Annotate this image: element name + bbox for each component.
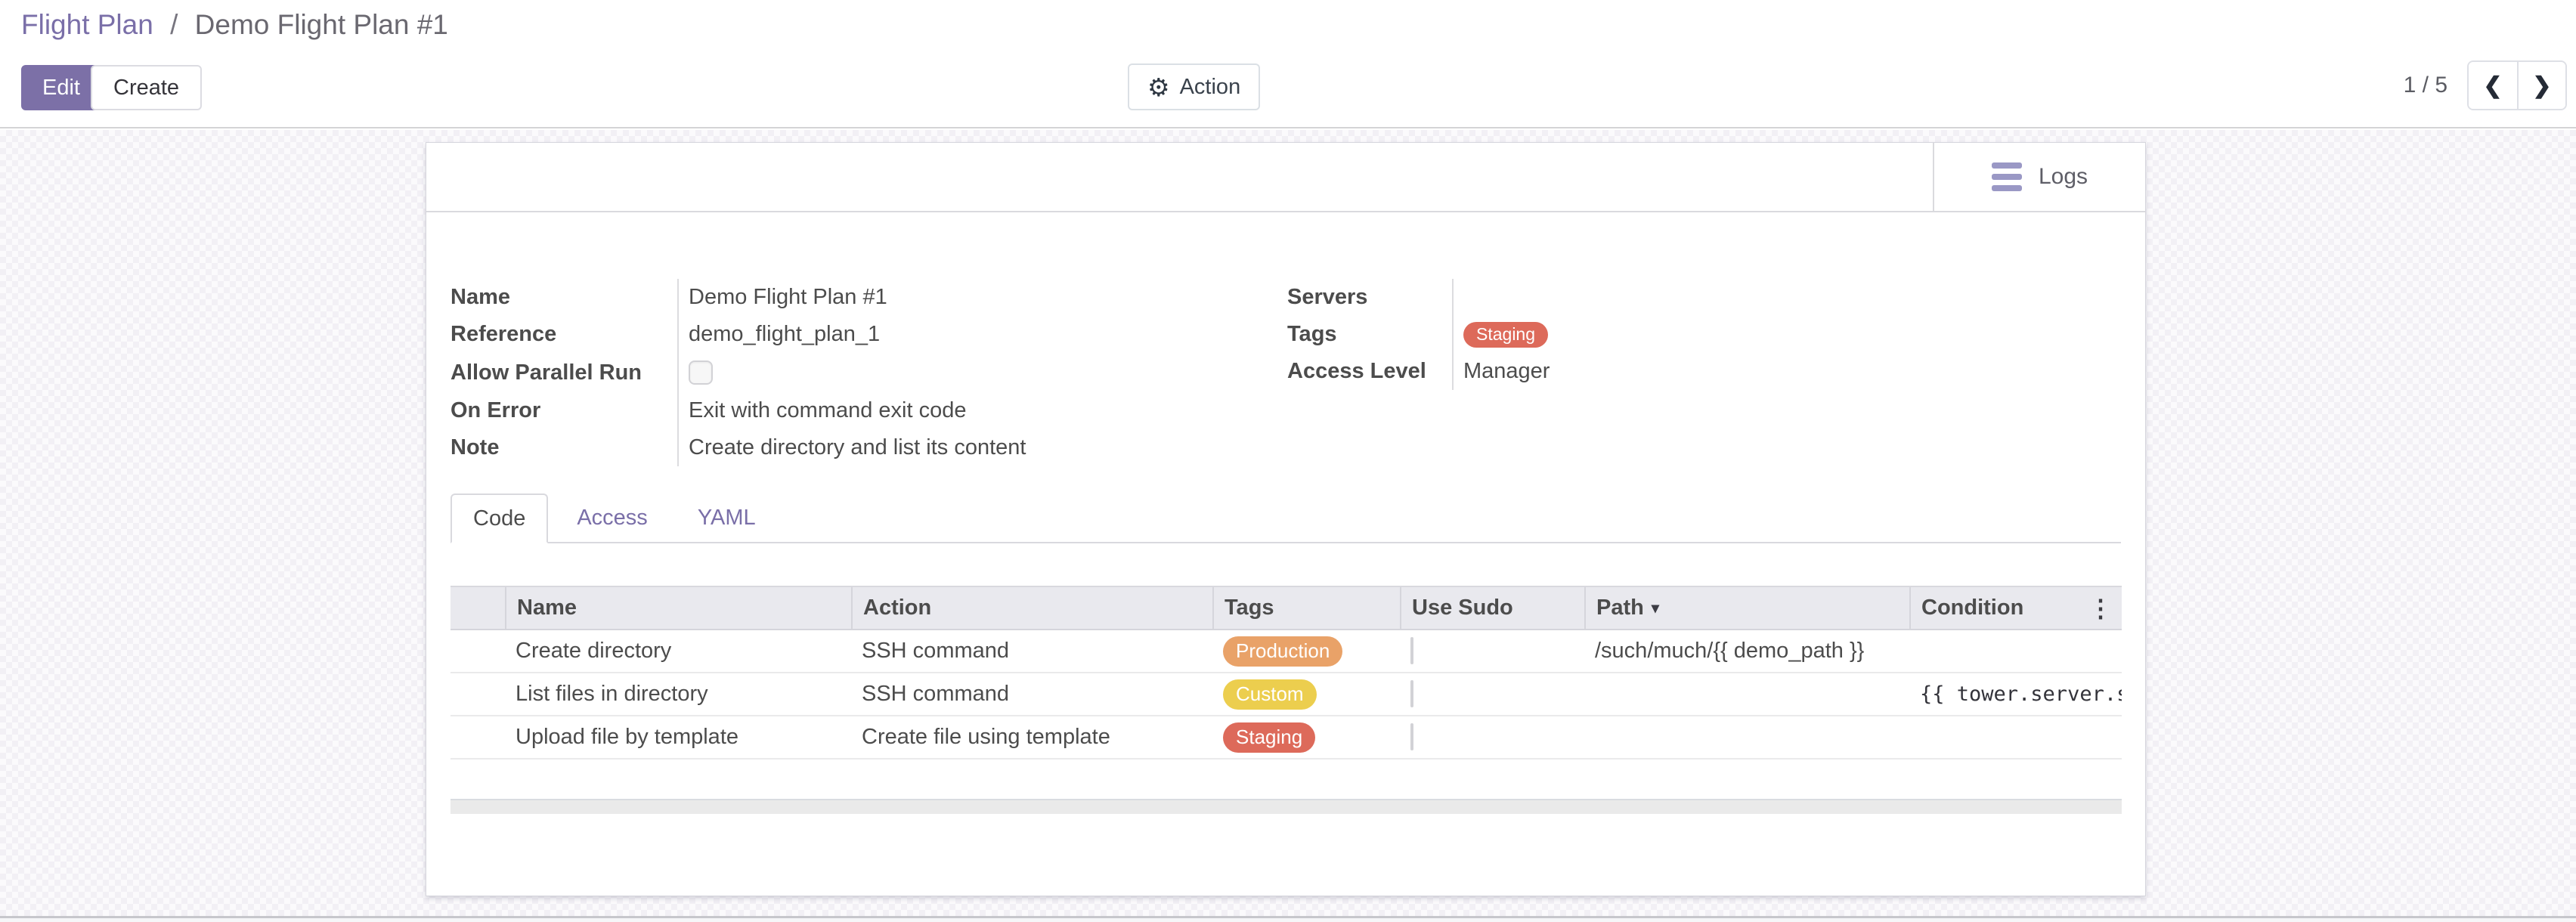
field-access-level-label: Access Level [1287, 359, 1452, 384]
field-servers-value [1452, 279, 1937, 316]
field-note-value: Create directory and list its content [677, 429, 1287, 466]
field-group-left: Name Demo Flight Plan #1 Reference demo_… [450, 279, 1287, 466]
field-group-right: Servers Tags Staging Access Level Manage… [1287, 279, 1937, 466]
horizontal-scrollbar[interactable] [450, 799, 2122, 814]
breadcrumb: Flight Plan / Demo Flight Plan #1 [21, 9, 448, 41]
tag-staging: Staging [1223, 722, 1315, 753]
sort-descending-icon: ▾ [1652, 599, 1659, 617]
kebab-icon: ⋮ [2088, 594, 2113, 623]
row-tags: Custom [1212, 679, 1400, 710]
table-header-name[interactable]: Name [505, 587, 851, 629]
card-topbar: Logs [426, 143, 2145, 212]
table-header-use-sudo[interactable]: Use Sudo [1400, 587, 1584, 629]
field-allow-parallel-run-label: Allow Parallel Run [450, 360, 677, 385]
table-header-path-label: Path [1596, 596, 1644, 620]
use-sudo-checkbox[interactable] [1410, 680, 1413, 707]
tab-yaml[interactable]: YAML [677, 493, 777, 542]
pager-buttons: ❮ ❯ [2467, 60, 2567, 110]
row-condition: {{ tower.server.st [1909, 682, 2122, 706]
field-allow-parallel-run: Allow Parallel Run [450, 353, 1287, 392]
breadcrumb-current: Demo Flight Plan #1 [195, 9, 448, 40]
table-row[interactable]: List files in directory SSH command Cust… [450, 673, 2122, 716]
row-name: Create directory [505, 639, 851, 664]
row-name: Upload file by template [505, 725, 851, 750]
form-sheet: Name Demo Flight Plan #1 Reference demo_… [426, 212, 2145, 814]
field-on-error: On Error Exit with command exit code [450, 392, 1287, 429]
field-on-error-label: On Error [450, 398, 677, 423]
field-on-error-value: Exit with command exit code [677, 392, 1287, 429]
row-action: Create file using template [851, 725, 1212, 750]
control-panel: Flight Plan / Demo Flight Plan #1 Edit C… [0, 0, 2576, 128]
tab-access[interactable]: Access [556, 493, 668, 542]
row-tags: Production [1212, 636, 1400, 667]
pager-next-button[interactable]: ❯ [2517, 62, 2565, 109]
table-header-handle [450, 587, 505, 629]
content-background: Logs Name Demo Flight Plan #1 Reference … [0, 130, 2576, 922]
tag-production: Production [1223, 636, 1342, 667]
chevron-right-icon: ❯ [2532, 73, 2551, 99]
gear-icon: ⚙ [1147, 75, 1170, 100]
tag-custom: Custom [1223, 679, 1317, 710]
row-action: SSH command [851, 639, 1212, 664]
logs-button-label: Logs [2039, 164, 2088, 190]
logs-list-icon [1992, 162, 2022, 191]
field-reference-label: Reference [450, 322, 677, 347]
use-sudo-checkbox[interactable] [1410, 723, 1413, 750]
field-groups: Name Demo Flight Plan #1 Reference demo_… [450, 279, 2121, 466]
optional-columns-toggle[interactable]: ⋮ [2088, 586, 2113, 630]
field-servers: Servers [1287, 279, 1937, 316]
field-name-value: Demo Flight Plan #1 [677, 279, 1287, 316]
row-action: SSH command [851, 682, 1212, 707]
field-reference-value: demo_flight_plan_1 [677, 316, 1287, 353]
field-allow-parallel-run-value [677, 353, 1287, 392]
bottom-panel-edge [0, 916, 2576, 922]
tag-staging[interactable]: Staging [1463, 322, 1548, 348]
table-header-tags[interactable]: Tags [1212, 587, 1400, 629]
allow-parallel-run-checkbox[interactable] [689, 360, 713, 385]
table-header-path[interactable]: Path ▾ [1584, 587, 1909, 629]
row-path: /such/much/{{ demo_path }} [1584, 639, 1909, 664]
field-tags-value: Staging [1452, 316, 1937, 353]
field-name-label: Name [450, 285, 677, 310]
field-reference: Reference demo_flight_plan_1 [450, 316, 1287, 353]
field-servers-label: Servers [1287, 285, 1452, 310]
table-header-row: Name Action Tags Use Sudo Path ▾ Conditi… [450, 586, 2122, 630]
breadcrumb-parent-link[interactable]: Flight Plan [21, 9, 153, 40]
row-use-sudo [1400, 639, 1584, 664]
action-button-label: Action [1180, 75, 1241, 100]
field-tags-label: Tags [1287, 322, 1452, 347]
field-access-level: Access Level Manager [1287, 353, 1937, 390]
use-sudo-checkbox[interactable] [1410, 637, 1413, 664]
notebook-tabs: Code Access YAML [450, 493, 2121, 543]
pager-value: 1 / 5 [2404, 73, 2448, 98]
table-row[interactable]: Create directory SSH command Production … [450, 630, 2122, 673]
action-button[interactable]: ⚙ Action [1128, 63, 1260, 110]
breadcrumb-separator: / [170, 9, 178, 40]
row-use-sudo [1400, 725, 1584, 750]
edit-button[interactable]: Edit [21, 65, 101, 110]
field-access-level-value: Manager [1452, 353, 1937, 390]
commands-table: Name Action Tags Use Sudo Path ▾ Conditi… [450, 586, 2122, 760]
form-card: Logs Name Demo Flight Plan #1 Reference … [426, 142, 2146, 896]
pager-previous-button[interactable]: ❮ [2469, 62, 2517, 109]
field-name: Name Demo Flight Plan #1 [450, 279, 1287, 316]
field-tags: Tags Staging [1287, 316, 1937, 353]
table-row[interactable]: Upload file by template Create file usin… [450, 716, 2122, 760]
create-button[interactable]: Create [91, 65, 202, 110]
table-header-action[interactable]: Action [851, 587, 1212, 629]
field-note-label: Note [450, 435, 677, 460]
logs-button[interactable]: Logs [1933, 143, 2145, 211]
row-tags: Staging [1212, 722, 1400, 753]
chevron-left-icon: ❮ [2483, 73, 2502, 99]
pager: 1 / 5 ❮ ❯ [2404, 60, 2567, 110]
tab-code[interactable]: Code [450, 493, 548, 543]
row-name: List files in directory [505, 682, 851, 707]
row-use-sudo [1400, 682, 1584, 707]
field-note: Note Create directory and list its conte… [450, 429, 1287, 466]
